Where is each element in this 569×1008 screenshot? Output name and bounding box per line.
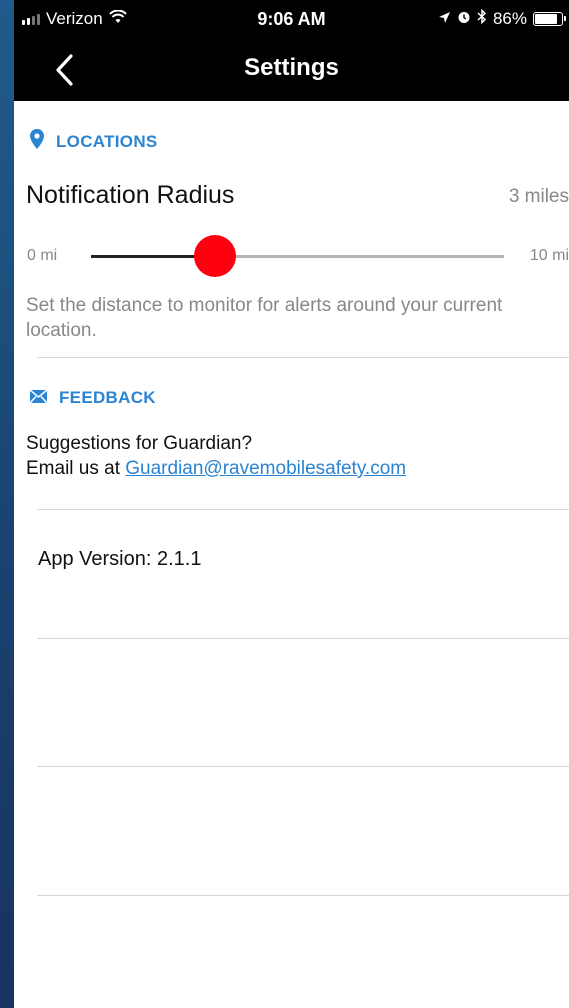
status-bar: Verizon 9:06 AM 86%: [14, 0, 569, 38]
slider-thumb[interactable]: [193, 235, 236, 277]
divider: [37, 509, 569, 510]
radius-description: Set the distance to monitor for alerts a…: [26, 295, 503, 341]
location-arrow-icon: [438, 9, 451, 29]
feedback-header-label: FEEDBACK: [59, 388, 156, 407]
battery-icon: [533, 12, 566, 26]
divider: [37, 895, 569, 896]
map-pin-icon: [30, 129, 44, 154]
navigation-bar: Settings: [14, 38, 569, 101]
settings-content: LOCATIONS Notification Radius 3 miles 0 …: [14, 101, 569, 1008]
status-right: 86%: [438, 8, 566, 29]
feedback-line-1: Suggestions for Guardian?: [26, 433, 253, 454]
feedback-text: Suggestions for Guardian? Email us at Gu…: [26, 431, 406, 481]
locations-header-label: LOCATIONS: [56, 131, 158, 151]
notification-radius-value: 3 miles: [508, 186, 569, 207]
background-strip: [0, 0, 14, 1008]
battery-percent: 86%: [492, 9, 527, 28]
divider: [37, 766, 569, 767]
feedback-email-link[interactable]: Guardian@ravemobilesafety.com: [125, 458, 406, 479]
divider: [37, 357, 569, 358]
feedback-line-2: Email us at Guardian@ravemobilesafety.co…: [26, 456, 406, 481]
alarm-icon: [457, 9, 471, 29]
page-title: Settings: [244, 54, 339, 81]
feedback-section-header: FEEDBACK: [29, 388, 156, 408]
radius-slider[interactable]: [91, 235, 504, 277]
slider-max-label: 10 mi: [529, 247, 569, 264]
locations-section-header: LOCATIONS: [30, 129, 158, 154]
envelope-icon: [29, 388, 48, 408]
slider-min-label: 0 mi: [27, 247, 58, 264]
notification-radius-title: Notification Radius: [26, 181, 235, 209]
app-version-label: App Version: 2.1.1: [38, 548, 202, 570]
divider: [37, 638, 569, 639]
bluetooth-icon: [477, 8, 487, 29]
feedback-email-prefix: Email us at: [26, 458, 126, 479]
